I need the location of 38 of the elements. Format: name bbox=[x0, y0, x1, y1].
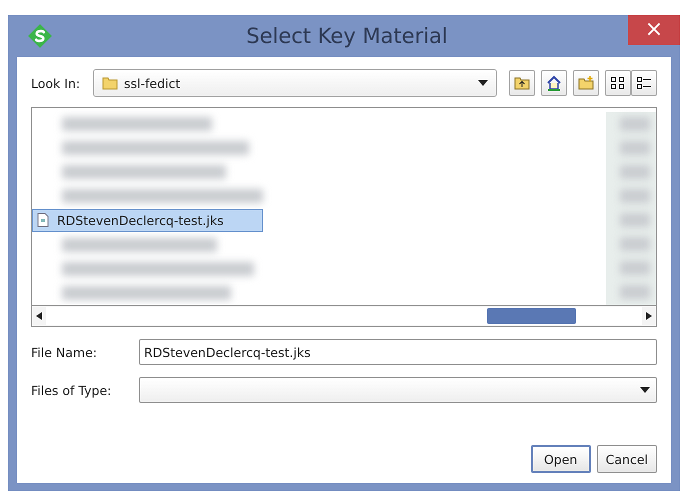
new-folder-icon bbox=[578, 76, 594, 90]
blurred-entry bbox=[620, 237, 650, 251]
blurred-entry bbox=[620, 285, 650, 299]
blurred-entry bbox=[620, 141, 650, 155]
blurred-entry bbox=[620, 213, 650, 227]
details-icon bbox=[636, 75, 652, 91]
scroll-left-icon[interactable] bbox=[36, 312, 42, 320]
home-button[interactable] bbox=[541, 70, 567, 96]
files-of-type-label: Files of Type: bbox=[31, 382, 112, 398]
blurred-entry bbox=[620, 261, 650, 275]
app-logo-icon bbox=[27, 23, 53, 49]
file-name-field[interactable]: RDStevenDeclercq-test.jks bbox=[139, 339, 657, 365]
caret-icon bbox=[478, 80, 488, 86]
folder-icon bbox=[102, 76, 118, 90]
horizontal-scrollbar[interactable] bbox=[32, 305, 656, 326]
blurred-entry bbox=[620, 189, 650, 203]
scroll-thumb[interactable] bbox=[487, 308, 576, 324]
look-in-label: Look In: bbox=[31, 76, 82, 90]
look-in-dropdown[interactable]: ssl-fedict bbox=[93, 69, 497, 97]
blurred-entry bbox=[620, 165, 650, 179]
scroll-right-icon[interactable] bbox=[646, 312, 652, 320]
grid-icon bbox=[610, 75, 626, 91]
dialog-button[interactable]: Open bbox=[530, 445, 591, 473]
folder-arrow-icon bbox=[514, 76, 530, 90]
caret-icon bbox=[640, 387, 650, 393]
close-button[interactable]: × bbox=[628, 15, 680, 45]
file-icon bbox=[37, 213, 49, 228]
list-view-button[interactable] bbox=[605, 70, 631, 96]
files-of-type-dropdown[interactable] bbox=[139, 377, 657, 403]
blurred-entry bbox=[620, 117, 650, 131]
home-icon bbox=[546, 75, 562, 91]
dialog-button[interactable]: Cancel bbox=[596, 445, 657, 473]
file-entry[interactable]: RDStevenDeclercq-test.jks bbox=[32, 208, 263, 232]
file-name-label: File Name: bbox=[31, 344, 98, 360]
up-folder-button[interactable] bbox=[509, 70, 535, 96]
window-title: Select Key Material bbox=[245, 24, 449, 48]
details-view-button[interactable] bbox=[631, 70, 657, 96]
new-folder-button[interactable] bbox=[573, 70, 599, 96]
